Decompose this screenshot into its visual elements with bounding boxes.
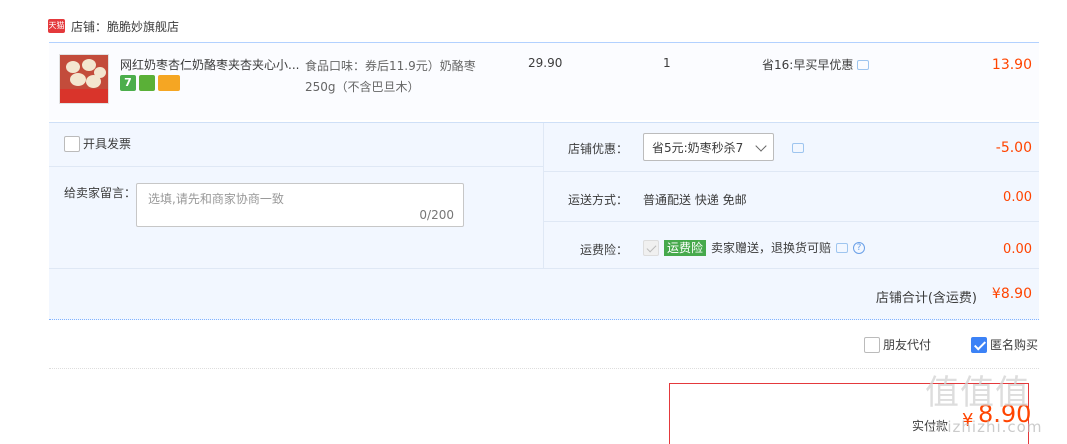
insurance-amount: 0.00 bbox=[1003, 242, 1032, 257]
chevron-down-icon bbox=[755, 140, 767, 152]
store-total-row: 店铺合计(含运费) ¥8.90 bbox=[49, 268, 1039, 320]
message-count: 0/200 bbox=[419, 208, 454, 222]
quantity: 1 bbox=[663, 56, 671, 70]
friend-pay-checkbox[interactable] bbox=[864, 336, 880, 353]
product-badges: 7 bbox=[120, 75, 180, 91]
credit-card-icon[interactable] bbox=[158, 75, 180, 91]
seven-day-return-icon[interactable]: 7 bbox=[120, 75, 136, 91]
shipping-label: 运送方式： bbox=[568, 193, 629, 207]
promotion: 省16:早买早优惠 bbox=[762, 56, 870, 73]
tmall-icon: 天猫 bbox=[48, 19, 65, 33]
anonymous-label: 匿名购买 bbox=[990, 338, 1039, 352]
chat-icon[interactable] bbox=[857, 59, 870, 70]
chat-icon[interactable] bbox=[792, 143, 804, 153]
insurance-tag: 运费险 bbox=[664, 239, 707, 256]
discount-amount: -5.00 bbox=[995, 140, 1032, 156]
insurance-text: 卖家赠送，退换货可赔 bbox=[711, 241, 832, 255]
help-icon[interactable]: ? bbox=[853, 241, 866, 254]
friend-pay-label: 朋友代付 bbox=[883, 338, 932, 352]
seller-message-input[interactable]: 选填,请先和商家协商一致 0/200 bbox=[136, 183, 464, 227]
item-subtotal: 13.90 bbox=[991, 57, 1032, 73]
divider bbox=[49, 368, 1039, 369]
discount-label: 店铺优惠： bbox=[568, 142, 629, 156]
store-header: 天猫 店铺：脆脆妙旗舰店 bbox=[48, 15, 179, 37]
chat-icon[interactable] bbox=[836, 242, 849, 253]
anonymous-buy-option[interactable]: 匿名购买 bbox=[971, 336, 1038, 353]
watermark-url: zhizhizhi.com bbox=[928, 418, 1043, 436]
message-placeholder: 选填,请先和商家协商一致 bbox=[148, 192, 284, 206]
anonymous-checkbox[interactable] bbox=[971, 336, 987, 353]
product-thumbnail[interactable] bbox=[59, 54, 109, 104]
message-label: 给卖家留言： bbox=[64, 186, 137, 200]
product-spec: 食品口味：券后11.9元）奶酪枣250g（不含巴旦木） bbox=[305, 59, 476, 94]
product-title[interactable]: 网红奶枣杏仁奶酪枣夹杏夹心小... bbox=[120, 56, 300, 73]
unit-price: 29.90 bbox=[528, 56, 563, 70]
trophy-icon[interactable] bbox=[139, 75, 155, 91]
insurance-label: 运费险： bbox=[580, 243, 629, 257]
shipping-insurance: 运费险 卖家赠送，退换货可赔 ? bbox=[643, 239, 866, 256]
shipping-amount: 0.00 bbox=[1003, 190, 1032, 205]
store-name[interactable]: 店铺：脆脆妙旗舰店 bbox=[71, 18, 179, 35]
insurance-checkbox bbox=[643, 239, 659, 256]
invoice-option[interactable]: 开具发票 bbox=[64, 135, 131, 152]
watermark-logo: 值值值 bbox=[925, 373, 1030, 413]
invoice-checkbox[interactable] bbox=[64, 135, 80, 152]
order-options: 开具发票 给卖家留言： 选填,请先和商家协商一致 0/200 店铺优惠： 省5元… bbox=[49, 122, 1039, 269]
friend-pay-option[interactable]: 朋友代付 bbox=[864, 336, 931, 353]
store-discount-select[interactable]: 省5元:奶枣秒杀7 bbox=[643, 133, 774, 161]
promotion-label: 省16:早买早优惠 bbox=[762, 58, 854, 72]
product-row: 网红奶枣杏仁奶酪枣夹杏夹心小... 7 食品口味：券后11.9元）奶酪枣250g… bbox=[49, 42, 1039, 120]
store-total-label: 店铺合计(含运费) bbox=[875, 291, 977, 306]
store-total-amount: ¥8.90 bbox=[991, 286, 1032, 302]
invoice-label: 开具发票 bbox=[83, 137, 132, 151]
discount-selected: 省5元:奶枣秒杀7 bbox=[652, 140, 744, 155]
shipping-method: 普通配送 快递 免邮 bbox=[643, 193, 747, 207]
